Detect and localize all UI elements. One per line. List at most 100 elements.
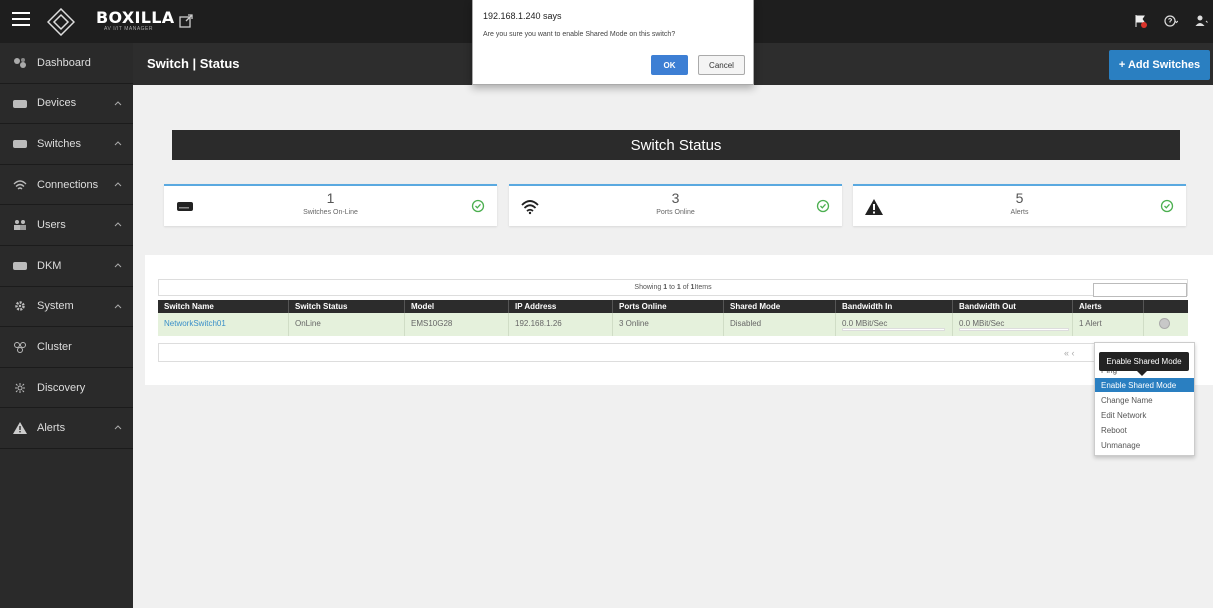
brand-name: BOXILLA xyxy=(96,8,175,27)
boxilla-logo-icon xyxy=(47,8,75,36)
table-cell: OnLine xyxy=(289,313,405,336)
switch-table-panel: Showing 1 to 1 of 1 Items Switch Name Sw… xyxy=(145,255,1213,385)
row-actions-icon[interactable] xyxy=(1159,318,1170,329)
bandwidth-out-value: 0.0 MBit/Sec xyxy=(959,319,1005,328)
table-cell: 192.168.1.26 xyxy=(509,313,613,336)
showing-count: Showing 1 to 1 of 1 Items xyxy=(158,279,1188,296)
card-label: Switches On-Line xyxy=(303,209,358,216)
external-link-icon[interactable] xyxy=(178,13,194,29)
showing-to: 1 xyxy=(676,284,681,291)
pagination-prev[interactable]: « ‹ xyxy=(1064,348,1075,358)
sidebar-item-system[interactable]: System xyxy=(0,287,133,328)
brand: BOXILLA AV I/IT MANAGER xyxy=(96,8,175,32)
table-cell: 3 Online xyxy=(613,313,724,336)
chevron-up-icon[interactable] xyxy=(114,302,122,310)
sidebar-item-label: Cluster xyxy=(37,340,72,353)
sidebar-item-label: Alerts xyxy=(37,422,66,435)
ports-online-card: 3 Ports Online xyxy=(509,184,842,226)
cancel-button[interactable]: Cancel xyxy=(698,55,745,75)
main-content: Switch Status 1 Switches On-Line 3 Ports… xyxy=(133,85,1213,608)
check-circle-icon xyxy=(816,199,830,213)
card-label: Ports Online xyxy=(656,209,695,216)
dialog-message: Are you sure you want to enable Shared M… xyxy=(483,31,676,38)
help-icon[interactable] xyxy=(1163,13,1179,29)
column-header[interactable]: IP Address xyxy=(509,300,613,313)
ok-button[interactable]: OK xyxy=(651,55,688,75)
menu-item-enable-shared-mode[interactable]: Enable Shared Mode xyxy=(1095,378,1194,392)
column-header[interactable]: Switch Name xyxy=(158,300,289,313)
sidebar-item-alerts[interactable]: Alerts xyxy=(0,408,133,449)
card-label: Alerts xyxy=(1010,209,1029,216)
column-header[interactable]: Shared Mode xyxy=(724,300,836,313)
sidebar-item-label: Dashboard xyxy=(37,56,91,69)
sidebar-item-dkm[interactable]: DKM xyxy=(0,246,133,287)
dkm-icon xyxy=(12,260,28,272)
chevron-up-icon[interactable] xyxy=(114,220,122,228)
table-footer: « ‹ xyxy=(158,343,1188,362)
check-circle-icon xyxy=(471,199,485,213)
sidebar-item-label: Discovery xyxy=(37,381,86,394)
brand-subtitle: AV I/IT MANAGER xyxy=(104,26,153,32)
chevron-up-icon[interactable] xyxy=(114,261,122,269)
menu-item-edit-network[interactable]: Edit Network xyxy=(1095,408,1194,422)
menu-icon[interactable] xyxy=(12,12,30,28)
table-search-input[interactable] xyxy=(1093,283,1187,297)
table-header: Switch Name Switch Status Model IP Addre… xyxy=(158,300,1188,313)
column-header[interactable]: Bandwidth In xyxy=(836,300,953,313)
table-row[interactable]: NetworkSwitch01 OnLine EMS10G28 192.168.… xyxy=(158,313,1188,336)
column-header[interactable]: Ports Online xyxy=(613,300,724,313)
tooltip: Enable Shared Mode xyxy=(1099,352,1189,371)
sidebar-item-connections[interactable]: Connections xyxy=(0,165,133,206)
dashboard-icon xyxy=(12,57,28,69)
cluster-icon xyxy=(12,341,28,353)
card-value: 5 xyxy=(1015,190,1024,206)
showing-suffix: Items xyxy=(694,284,712,291)
sidebar: Dashboard Devices Switches Connections U… xyxy=(0,43,133,608)
dialog-title: 192.168.1.240 says xyxy=(483,11,562,21)
chevron-up-icon[interactable] xyxy=(114,99,122,107)
sidebar-item-label: DKM xyxy=(37,259,62,272)
sidebar-item-users[interactable]: Users xyxy=(0,205,133,246)
showing-prefix: Showing xyxy=(634,284,662,291)
column-header[interactable]: Switch Status xyxy=(289,300,405,313)
column-header-actions xyxy=(1144,300,1188,313)
device-icon xyxy=(12,97,28,109)
sidebar-item-discovery[interactable]: Discovery xyxy=(0,368,133,409)
user-icon[interactable] xyxy=(1193,13,1209,29)
menu-item-unmanage[interactable]: Unmanage xyxy=(1095,438,1194,452)
sidebar-item-switches[interactable]: Switches xyxy=(0,124,133,165)
tooltip-arrow xyxy=(1137,371,1147,376)
page-title: Switch | Status xyxy=(147,56,240,71)
switches-online-card: 1 Switches On-Line xyxy=(164,184,497,226)
notification-flag-icon[interactable] xyxy=(1133,13,1149,29)
bandwidth-in-cell: 0.0 MBit/Sec xyxy=(836,313,953,336)
bandwidth-out-cell: 0.0 MBit/Sec xyxy=(953,313,1073,336)
switch-name-link[interactable]: NetworkSwitch01 xyxy=(158,313,289,336)
alerts-card: 5 Alerts xyxy=(853,184,1186,226)
showing-mid: to xyxy=(669,284,675,291)
chevron-up-icon[interactable] xyxy=(114,423,122,431)
confirm-dialog: 192.168.1.240 says Are you sure you want… xyxy=(472,0,754,85)
sidebar-item-label: Users xyxy=(37,219,66,232)
bandwidth-in-bar xyxy=(842,328,945,331)
menu-item-reboot[interactable]: Reboot xyxy=(1095,423,1194,437)
sidebar-item-label: Connections xyxy=(37,178,99,191)
chevron-up-icon[interactable] xyxy=(114,180,122,188)
card-value: 3 xyxy=(671,190,680,206)
sidebar-item-devices[interactable]: Devices xyxy=(0,84,133,125)
column-header[interactable]: Model xyxy=(405,300,509,313)
menu-item-change-name[interactable]: Change Name xyxy=(1095,393,1194,407)
table-cell: Disabled xyxy=(724,313,836,336)
sidebar-item-cluster[interactable]: Cluster xyxy=(0,327,133,368)
users-icon xyxy=(12,219,28,231)
add-switches-button[interactable]: + Add Switches xyxy=(1109,50,1210,80)
sidebar-item-dashboard[interactable]: Dashboard xyxy=(0,43,133,84)
showing-of: of xyxy=(682,284,689,291)
bandwidth-in-value: 0.0 MBit/Sec xyxy=(842,319,888,328)
check-circle-icon xyxy=(1160,199,1174,213)
chevron-up-icon[interactable] xyxy=(114,139,122,147)
switch-status-banner: Switch Status xyxy=(172,130,1180,160)
column-header[interactable]: Bandwidth Out xyxy=(953,300,1073,313)
column-header[interactable]: Alerts xyxy=(1073,300,1144,313)
sidebar-item-label: Devices xyxy=(37,97,77,110)
